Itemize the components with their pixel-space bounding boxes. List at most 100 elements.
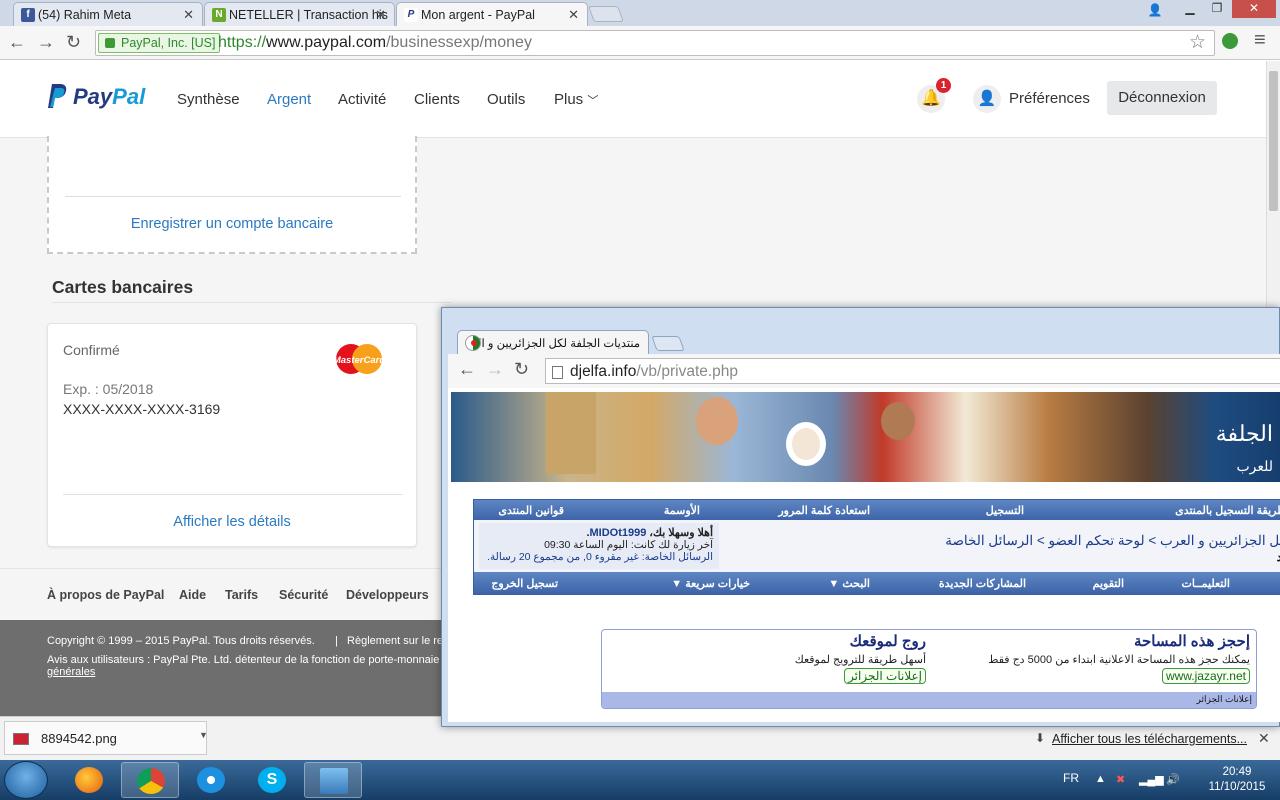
back-icon[interactable]: ←	[458, 359, 476, 380]
tab-facebook[interactable]: f (54) Rahim Meta ✕	[13, 2, 203, 26]
card-expiry: Exp. : 05/2018	[63, 381, 154, 397]
register-bank-link[interactable]: Enregistrer un compte bancaire	[49, 216, 415, 232]
nav-synthese[interactable]: Synthèse	[177, 91, 240, 108]
menu-icon[interactable]: ≡	[1254, 29, 1266, 52]
nav-logout[interactable]: تسجيل الخروج	[491, 577, 558, 590]
ad-title[interactable]: روج لموقعك	[850, 632, 926, 650]
footer-link-security[interactable]: Sécurité	[279, 588, 328, 602]
nav-argent[interactable]: Argent	[267, 91, 311, 108]
nav-search[interactable]: البحث ▼	[828, 577, 870, 590]
divider	[52, 302, 452, 303]
close-window-button[interactable]: ✕	[1232, 0, 1276, 18]
show-all-downloads-link[interactable]: Afficher tous les téléchargements...	[1052, 732, 1247, 746]
tab-paypal[interactable]: P Mon argent - PayPal ✕	[396, 2, 588, 26]
nav-medals[interactable]: الأوسمة	[664, 504, 700, 517]
profile-icon[interactable]: 👤	[1143, 2, 1167, 20]
close-icon[interactable]: ✕	[1258, 730, 1270, 747]
breadcrumb[interactable]: ة لكل الجزائريين و العرب > لوحة تحكم الع…	[945, 533, 1280, 549]
tab-neteller[interactable]: N NETELLER | Transaction his ✕	[204, 2, 395, 26]
chevron-down-icon[interactable]: ▼	[199, 730, 208, 740]
close-icon[interactable]: ✕	[568, 7, 579, 23]
general-terms-link[interactable]: générales	[47, 666, 95, 678]
forward-icon[interactable]: →	[37, 32, 55, 53]
reload-icon[interactable]: ↻	[66, 32, 81, 53]
bank-card[interactable]: Confirmé MasterCard Exp. : 05/2018 XXXX-…	[47, 323, 417, 547]
page-icon	[552, 366, 563, 379]
footer-link-fees[interactable]: Tarifs	[225, 588, 258, 602]
popup-url[interactable]: djelfa.info/vb/private.php	[570, 363, 738, 381]
paypal-logo[interactable]: PayPal	[47, 83, 145, 110]
notification-badge: 1	[936, 78, 951, 93]
url-text[interactable]: https://www.paypal.com/businessexp/money	[218, 34, 532, 52]
taskbar-firefox[interactable]	[60, 762, 118, 798]
new-tab-button[interactable]	[651, 336, 685, 351]
ad-title[interactable]: إحجز هذه المساحة	[1134, 632, 1250, 650]
preferences-link[interactable]: Préférences	[1009, 90, 1090, 107]
nav-forum-rules[interactable]: قوانين المنتدى	[498, 504, 564, 517]
user-avatar-icon[interactable]: 👤	[973, 85, 1001, 113]
back-icon[interactable]: ←	[8, 32, 26, 53]
taskbar-skype[interactable]: S	[243, 762, 301, 798]
reload-icon[interactable]: ↻	[514, 359, 529, 380]
forum-banner: الجلفة للعرب	[451, 392, 1280, 482]
username-link[interactable]: MIDOt1999	[590, 527, 647, 539]
extension-icon[interactable]	[1222, 33, 1238, 49]
user-info-box: أهلا وسهلا بك، MIDOt1999. آخر زيارة لك ك…	[479, 523, 719, 569]
nav-activite[interactable]: Activité	[338, 91, 386, 108]
taskbar-photo-viewer[interactable]	[304, 762, 362, 798]
divider	[65, 196, 401, 197]
regulation-link[interactable]: Règlement sur le re	[347, 635, 443, 647]
user-notice-text: Avis aux utilisateurs : PayPal Pte. Ltd.…	[47, 654, 449, 666]
network-warning-icon[interactable]: ✖	[1116, 773, 1125, 786]
nav-outils[interactable]: Outils	[487, 91, 525, 108]
maximize-button[interactable]: ❐	[1204, 0, 1230, 18]
banner-mosque	[546, 392, 596, 474]
private-messages-link[interactable]: الرسائل الخاصة: غير مقروء 0, من مجموع 20…	[485, 551, 713, 563]
nav-register[interactable]: التسجيل	[986, 504, 1024, 517]
image-file-icon	[13, 733, 29, 745]
popup-tab[interactable]: منتديات الجلفة لكل الجزائريين و الـ	[457, 330, 649, 354]
nav-plus[interactable]: Plus ﹀	[554, 91, 598, 108]
taskbar-chrome[interactable]	[121, 762, 179, 798]
copyright-text: Copyright © 1999 – 2015 PayPal. Tous dro…	[47, 635, 315, 647]
footer-link-developers[interactable]: Développeurs	[346, 588, 429, 602]
bookmark-star-icon[interactable]: ☆	[1189, 31, 1206, 54]
close-icon[interactable]: ✕	[375, 7, 386, 23]
download-arrow-icon: ⬇	[1035, 731, 1046, 745]
input-language[interactable]: FR	[1063, 771, 1079, 785]
signal-icon[interactable]: ▂▄▆	[1139, 773, 1164, 786]
minimize-button[interactable]: ▁	[1176, 0, 1204, 18]
nav-faq[interactable]: التعليمــات	[1181, 577, 1230, 590]
nav-calendar[interactable]: التقويم	[1093, 577, 1124, 590]
paypal-icon: P	[404, 8, 418, 22]
address-bar[interactable]: PayPal, Inc. [US] https://www.paypal.com…	[95, 30, 1215, 56]
system-clock[interactable]: 20:49 11/10/2015	[1200, 765, 1274, 795]
ad-link[interactable]: إعلانات الجزائر	[844, 668, 926, 684]
logout-button[interactable]: Déconnexion	[1107, 81, 1217, 115]
taskbar-ie[interactable]	[182, 762, 240, 798]
new-tab-button[interactable]	[588, 6, 624, 22]
volume-icon[interactable]: 🔊	[1166, 773, 1180, 786]
popup-address-bar[interactable]: djelfa.info/vb/private.php	[545, 358, 1280, 384]
tray-arrow-icon[interactable]: ▲	[1095, 773, 1106, 785]
download-item[interactable]: 8894542.png ▼	[4, 721, 208, 755]
footer-link-help[interactable]: Aide	[179, 588, 206, 602]
start-button[interactable]	[4, 761, 48, 799]
bank-account-box: Enregistrer un compte bancaire	[47, 136, 417, 254]
nav-clients[interactable]: Clients	[414, 91, 460, 108]
nav-quick-links[interactable]: خيارات سريعة ▼	[671, 577, 750, 590]
ev-certificate-badge[interactable]: PayPal, Inc. [US]	[98, 33, 221, 53]
regulation-link-wrap[interactable]: | Règlement sur le re	[335, 635, 443, 647]
forward-icon[interactable]: →	[486, 359, 504, 380]
banner-man	[881, 402, 915, 440]
footer-link-about[interactable]: À propos de PayPal	[47, 588, 164, 602]
close-icon[interactable]: ✕	[183, 7, 194, 23]
ad-link[interactable]: www.jazayr.net	[1161, 668, 1250, 684]
nav-registration-guide[interactable]: طريقة التسجيل بالمنتدى	[1175, 504, 1280, 517]
popup-browser-window[interactable]: منتديات الجلفة لكل الجزائريين و الـ ← → …	[441, 307, 1280, 727]
nav-recover-password[interactable]: استعادة كلمة المرور	[778, 504, 870, 517]
scrollbar-thumb[interactable]	[1269, 71, 1278, 211]
show-details-link[interactable]: Afficher les détails	[48, 514, 416, 530]
logo-pal: Pal	[112, 84, 146, 109]
nav-new-posts[interactable]: المشاركات الجديدة	[939, 577, 1026, 590]
